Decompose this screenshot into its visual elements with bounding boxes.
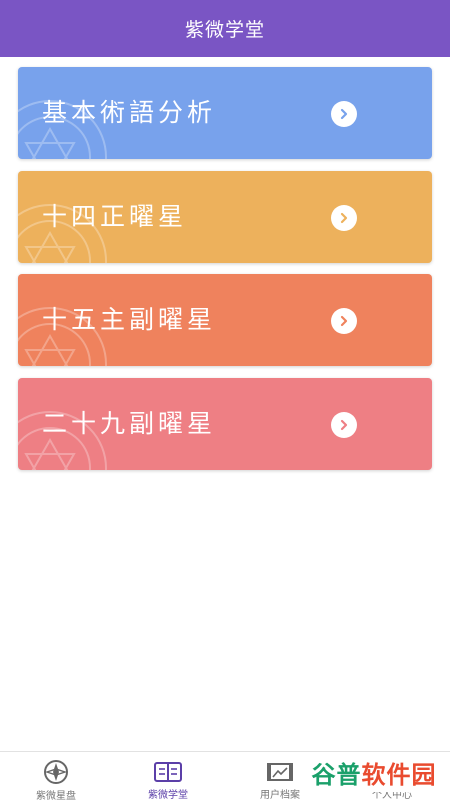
archive-icon [265,759,295,784]
category-card-basic-terms[interactable]: 基本術語分析 [18,67,432,159]
watermark-logo: 谷普 软件园 [306,752,442,792]
book-icon [153,759,183,784]
watermark-text-1: 谷普 [311,760,362,789]
category-card-fourteen-stars[interactable]: 十四正曜星 [18,171,432,263]
tab-label: 用户档案 [260,790,300,801]
chevron-right-icon[interactable] [331,101,357,127]
tab-label: 紫微学堂 [148,790,188,801]
category-card-twenty-nine-stars[interactable]: 二十九副曜星 [18,378,432,470]
category-card-fifteen-stars[interactable]: 十五主副曜星 [18,274,432,366]
category-label: 十五主副曜星 [42,305,217,334]
tab-ziwei-school[interactable]: 紫微学堂 [112,752,224,801]
page-title: 紫微学堂 [184,19,265,41]
app-header: 紫微学堂 [0,0,450,57]
chevron-right-icon[interactable] [331,205,357,231]
compass-icon [41,759,71,785]
tab-star-chart[interactable]: 紫微星盘 [0,752,112,802]
category-label: 基本術語分析 [42,98,217,127]
category-label: 二十九副曜星 [42,409,217,438]
category-label: 十四正曜星 [42,202,188,231]
watermark-text-2: 软件园 [361,760,437,789]
chevron-right-icon[interactable] [331,412,357,438]
chevron-right-icon[interactable] [331,308,357,334]
